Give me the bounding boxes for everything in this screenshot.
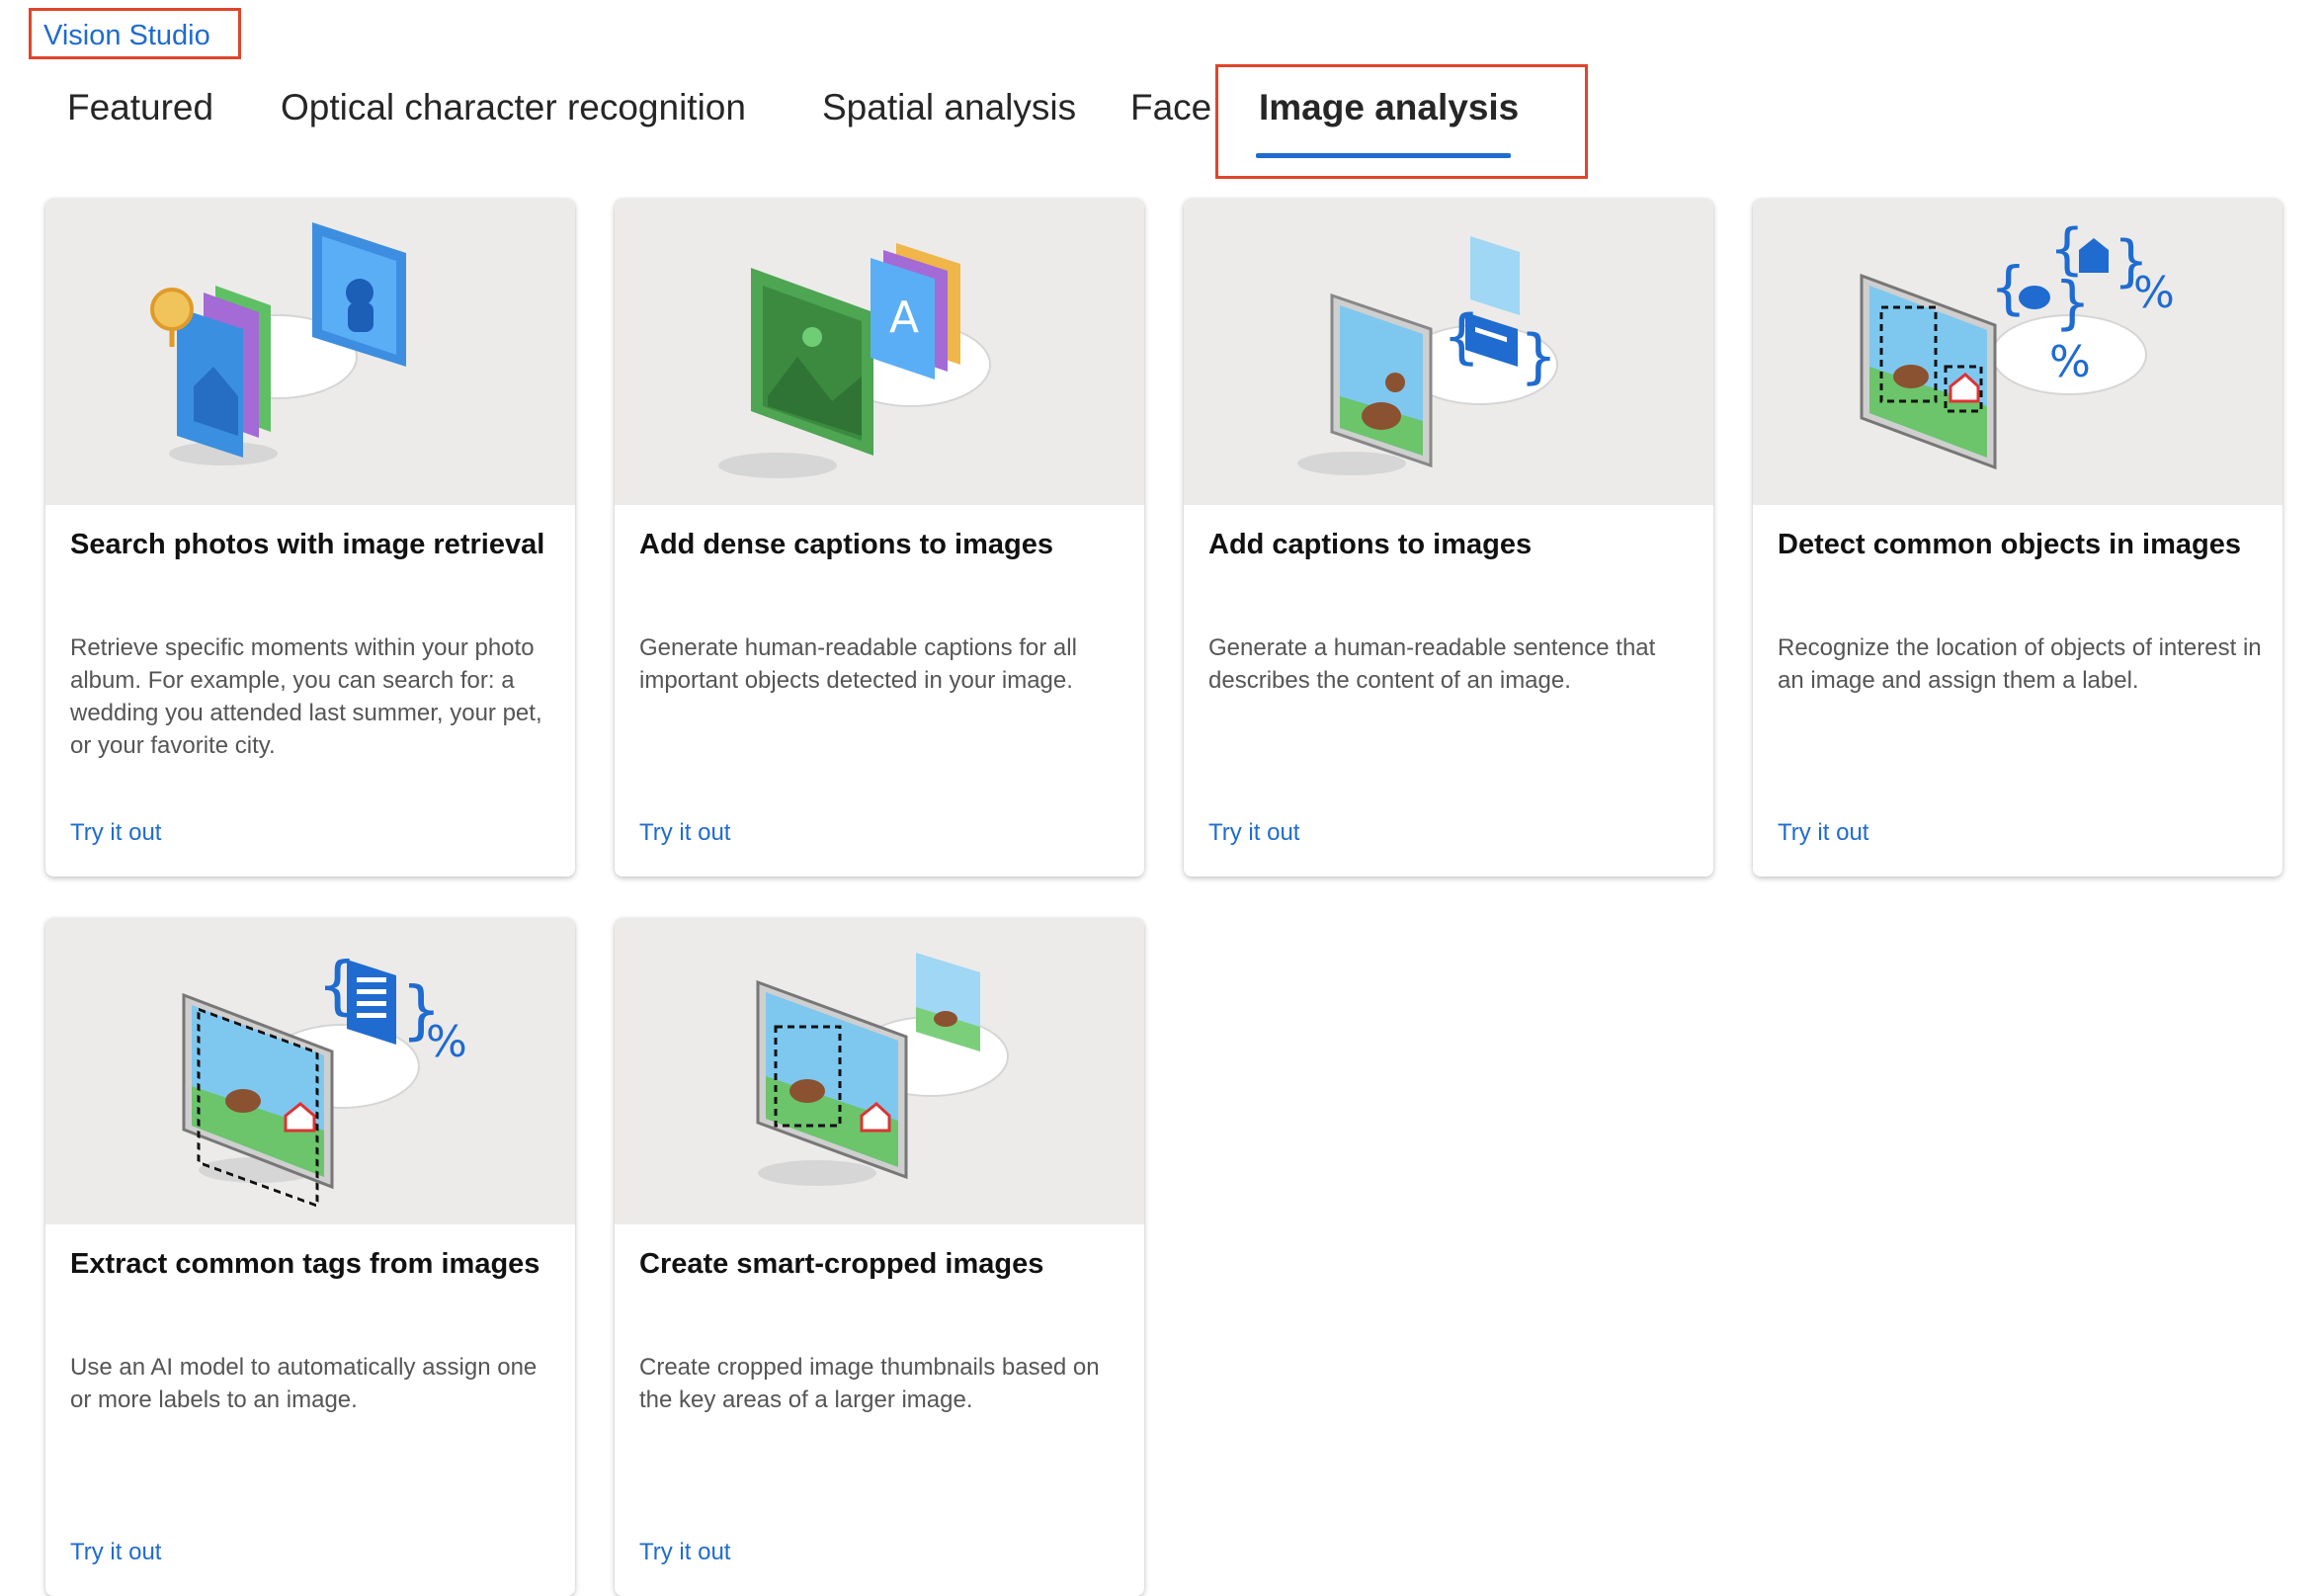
tab-bar: Featured Optical character recognition S… (0, 87, 2324, 146)
card-object-detection[interactable]: { } { } % % Detect common objects in ima… (1753, 199, 2282, 877)
card-title: Add dense captions to images (639, 529, 1053, 560)
try-it-out-link[interactable]: Try it out (639, 1539, 730, 1566)
try-it-out-link[interactable]: Try it out (1778, 819, 1868, 847)
card-smart-crop[interactable]: Create smart-cropped images Create cropp… (615, 918, 1144, 1596)
tab-ocr[interactable]: Optical character recognition (281, 87, 746, 128)
tab-face[interactable]: Face (1130, 87, 1211, 128)
svg-text:%: % (2133, 268, 2175, 318)
card-description: Retrieve specific moments within your ph… (70, 634, 542, 759)
card-dense-captions[interactable]: A Add dense captions to images Generate … (615, 199, 1144, 877)
card-description: Create cropped image thumbnails based on… (639, 1354, 1100, 1413)
card-title: Create smart-cropped images (639, 1248, 1044, 1280)
captions-illustration: { } (1184, 199, 1713, 505)
try-it-out-link[interactable]: Try it out (70, 819, 161, 847)
try-it-out-link[interactable]: Try it out (1208, 819, 1299, 847)
try-it-out-link[interactable]: Try it out (639, 819, 730, 847)
card-description: Generate a human-readable sentence that … (1208, 634, 1656, 694)
card-title: Add captions to images (1208, 529, 1533, 560)
try-it-out-link[interactable]: Try it out (70, 1539, 161, 1566)
tab-featured[interactable]: Featured (67, 87, 213, 128)
svg-text:A: A (889, 293, 919, 343)
card-description: Recognize the location of objects of int… (1778, 634, 2262, 694)
card-description: Generate human-readable captions for all… (639, 634, 1077, 694)
card-title: Search photos with image retrieval (70, 529, 545, 560)
tab-spatial-analysis[interactable]: Spatial analysis (822, 87, 1076, 128)
highlight-box-tab (1215, 64, 1588, 179)
card-tags[interactable]: { } % Extract common tags from images Us… (45, 918, 575, 1596)
vision-studio-link[interactable]: Vision Studio (43, 20, 210, 52)
image-retrieval-illustration (45, 199, 575, 505)
svg-text:%: % (2049, 337, 2091, 387)
card-description: Use an AI model to automatically assign … (70, 1354, 538, 1413)
card-image-retrieval[interactable]: Search photos with image retrieval Retri… (45, 199, 575, 877)
svg-text:{: { (1990, 254, 2027, 321)
card-title: Detect common objects in images (1778, 529, 2241, 560)
smart-crop-illustration (615, 918, 1144, 1224)
object-detection-illustration: { } { } % % (1753, 199, 2282, 505)
svg-text:%: % (426, 1017, 467, 1067)
svg-text:}: } (1520, 322, 1557, 391)
tags-illustration: { } % (45, 918, 575, 1224)
card-captions[interactable]: { } Add captions to images Generate a hu… (1184, 199, 1713, 877)
card-title: Extract common tags from images (70, 1248, 540, 1280)
dense-captions-illustration: A (615, 199, 1144, 505)
